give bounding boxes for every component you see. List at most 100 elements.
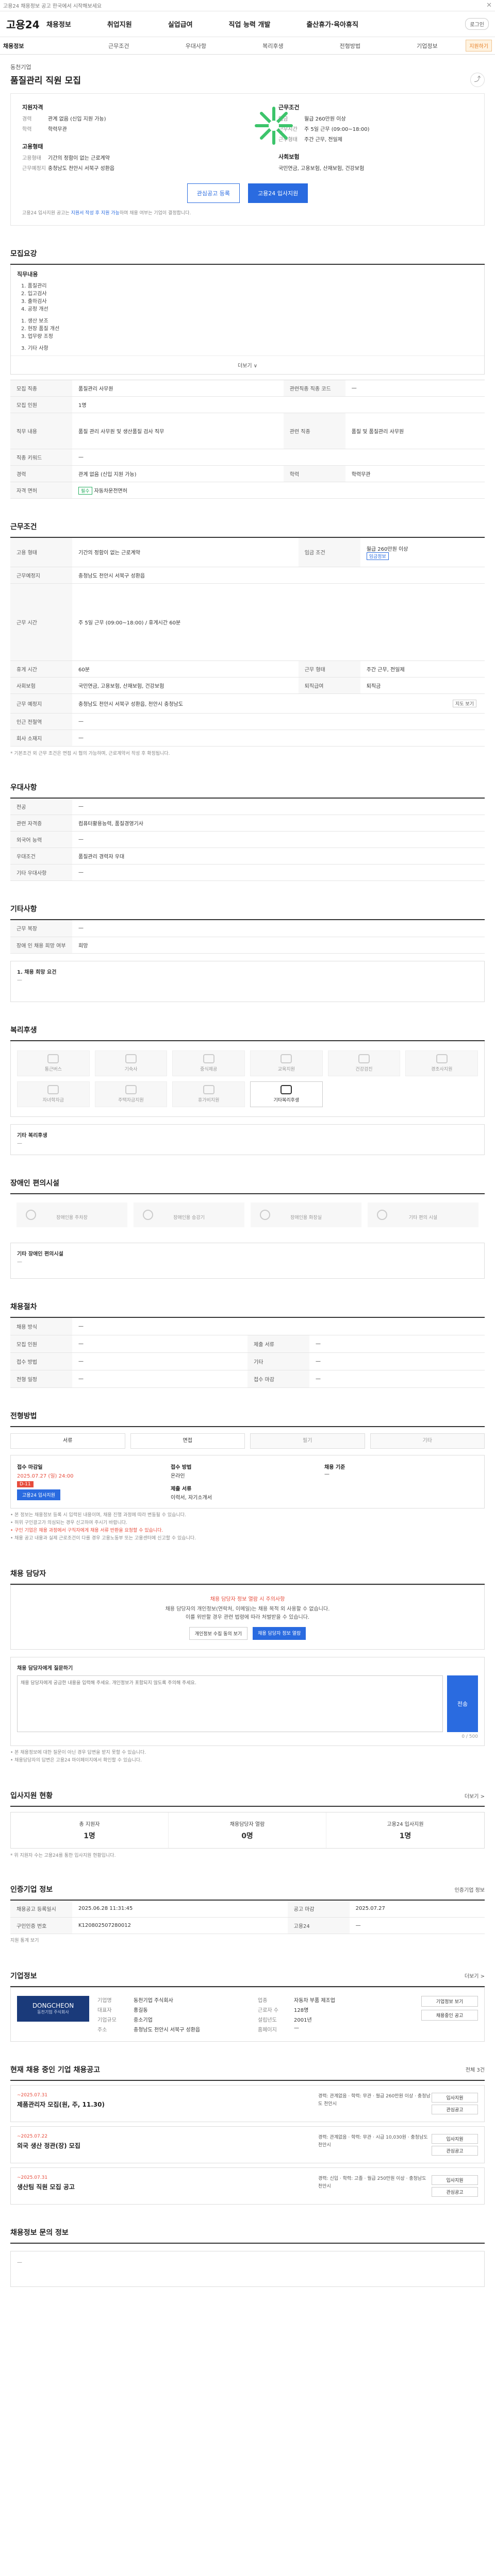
other-job-item[interactable]: ~2025.07.22 외국 생산 정관(장) 모집 경력: 관계없음 · 학력:…	[10, 2126, 485, 2163]
map-button[interactable]: 지도 보기	[453, 699, 476, 707]
share-icon[interactable]: ⤴	[470, 73, 485, 87]
info-key: 홈페이지	[258, 2027, 277, 2033]
row-value: K120802507280012	[72, 1917, 288, 1934]
tab-recruit[interactable]: 채용정보	[3, 42, 80, 50]
row-value: 학력무관	[345, 465, 485, 482]
wage-info-link[interactable]: 임금정보	[366, 552, 389, 560]
company-info-button[interactable]: 기업정보 보기	[421, 1995, 478, 2007]
row-value: —	[72, 449, 485, 466]
disabled-label: 장애인용 화장실	[290, 1215, 322, 1221]
nav-leave[interactable]: 출산휴가·육아휴직	[306, 19, 358, 29]
other-job-title[interactable]: 생산팀 직원 모집 공고	[17, 2182, 318, 2191]
view-manager-button[interactable]: 채용 담당자 정보 열람	[253, 1627, 306, 1640]
other-interest-button[interactable]: 관심공고	[432, 2145, 478, 2156]
row-label: 우대조건	[10, 848, 72, 865]
apply-note-highlight: 지원서 작성 후 지원 가능	[71, 211, 120, 216]
nav-unemployment[interactable]: 실업급여	[168, 19, 193, 29]
summary-value: 관계 없음 (신입 지원 가능)	[48, 116, 106, 122]
close-icon[interactable]: ✕	[486, 2, 492, 9]
other-job-title[interactable]: 외국 생산 정관(장) 모집	[17, 2141, 318, 2150]
vacation-icon	[203, 1084, 214, 1094]
doc-label: 제출 서류	[171, 1486, 192, 1492]
expand-button[interactable]: 더보기 ∨	[11, 355, 484, 374]
tab-welfare[interactable]: 복리후생	[235, 42, 312, 50]
required-tag: 필수	[78, 486, 92, 495]
login-button[interactable]: 로그인	[465, 18, 489, 30]
doc-value: 이력서, 자기소개서	[171, 1495, 212, 1501]
row-value: —	[72, 798, 485, 815]
record-button[interactable]: 인증기업 정보	[455, 1886, 485, 1893]
other-apply-button[interactable]: 입사지원	[432, 2133, 478, 2144]
duty-subtitle: 직무내용	[17, 271, 38, 278]
row-value: —	[309, 1335, 485, 1353]
company-name[interactable]: 동천기업	[10, 63, 485, 71]
sunburst-illustration-icon	[255, 107, 293, 145]
row-label: 임금 조건	[298, 538, 360, 567]
house-icon	[125, 1084, 137, 1094]
summary-key: 경력	[22, 116, 32, 122]
company-card: DONGCHEON 동천기업 주식회사 기업명 동천기업 주식회사 업종 자동차 부…	[10, 1987, 485, 2042]
summary-condition-title: 근무조건	[278, 104, 300, 111]
nav-jobs[interactable]: 채용정보	[46, 19, 71, 29]
apply-small-button[interactable]: 고용24 입사지원	[17, 1489, 60, 1500]
send-button[interactable]: 전송	[447, 1675, 478, 1732]
stats-more-link[interactable]: 더보기 >	[465, 1792, 485, 1800]
interest-button[interactable]: 관심공고 등록	[187, 183, 240, 203]
question-input[interactable]	[17, 1675, 443, 1732]
row-label: 근무 시간	[10, 583, 72, 661]
disabled-item: 기타 편의 시설	[368, 1202, 478, 1227]
tab-company[interactable]: 기업정보	[389, 42, 466, 50]
other-interest-button[interactable]: 관심공고	[432, 2187, 478, 2197]
record-section: 인증기업 정보 인증기업 정보 채용공고 등록일시 2025.06.28 11:31…	[10, 1884, 485, 1948]
disabled-label: 장애인용 주차장	[56, 1215, 88, 1221]
summary-insurance-title: 사회보험	[278, 154, 300, 160]
welfare-label: 자녀학자금	[42, 1097, 64, 1103]
row-value: 자동차운전면허	[94, 488, 127, 494]
row-value: —	[72, 1335, 248, 1353]
company-jobs-button[interactable]: 채용중인 공고	[421, 2009, 478, 2021]
row-label: 퇴직급여	[298, 677, 360, 694]
section-title: 채용정보 문의 정보	[10, 2227, 485, 2244]
nav-training[interactable]: 직업 능력 개발	[229, 19, 271, 29]
tab-process[interactable]: 전형방법	[311, 42, 389, 50]
row-label: 고용 형태	[10, 538, 72, 567]
other-job-title[interactable]: 제품관리자 모집(원, 주, 11.30)	[17, 2100, 318, 2109]
bottom-section: 채용정보 문의 정보 —	[10, 2227, 485, 2287]
ask-label: 채용 담당자에게 질문하기	[17, 1666, 73, 1671]
other-apply-button[interactable]: 입사지원	[432, 2092, 478, 2103]
etc-box: 1. 채용 희망 요건 —	[10, 960, 485, 1002]
apply-tab-button[interactable]: 지원하기	[466, 40, 492, 52]
tab-preference[interactable]: 우대사항	[157, 42, 235, 50]
other-apply-button[interactable]: 입사지원	[432, 2175, 478, 2185]
top-notice-text: 고용24 채용정보 공고 한국에서 시작해보세요	[3, 4, 102, 9]
row-value: 기간의 정함이 없는 근로계약	[72, 538, 299, 567]
job-title: 품질관리 직원 모집	[10, 76, 81, 86]
disabled-box-text: —	[17, 1259, 22, 1265]
welfare-item: 자녀학자금	[17, 1081, 90, 1107]
restroom-icon	[260, 1209, 270, 1220]
nav-employment-support[interactable]: 취업지원	[107, 19, 132, 29]
welfare-item: 주택자금지원	[94, 1081, 168, 1107]
meal-icon	[203, 1054, 214, 1063]
row-value: —	[72, 864, 485, 881]
row-value: —	[72, 831, 485, 848]
section-title: 인증기업 정보 인증기업 정보	[10, 1884, 485, 1901]
tab-conditions[interactable]: 근무조건	[80, 42, 158, 50]
stat-label: 채용담당자 열람	[229, 1822, 265, 1827]
site-logo[interactable]: 고용24	[6, 16, 42, 31]
section-title-text: 입사지원 현황	[10, 1792, 53, 1800]
other-job-item[interactable]: ~2025.07.31 생산팀 직원 모집 공고 경력: 신입 · 학력: 고졸 …	[10, 2167, 485, 2205]
apply-button[interactable]: 고용24 입사지원	[248, 183, 308, 203]
privacy-consent-button[interactable]: 개인정보 수집 동의 보기	[189, 1627, 248, 1640]
company-more-link[interactable]: 더보기 >	[465, 1972, 485, 1979]
other-job-item[interactable]: ~2025.07.31 제품관리자 모집(원, 주, 11.30) 경력: 관계없…	[10, 2084, 485, 2122]
other-job-date: ~2025.07.31	[17, 2175, 48, 2180]
record-more-link[interactable]: 지원 통계 보기	[10, 1938, 39, 1943]
info-value: 128명	[294, 2007, 309, 2013]
record-table: 채용공고 등록일시 2025.06.28 11:31:45 공고 마감 2025.07…	[10, 1901, 485, 1934]
health-icon	[358, 1054, 370, 1063]
welfare-item: 휴가비지원	[172, 1081, 245, 1107]
row-label: 제출 서류	[248, 1335, 309, 1353]
summary-value: 기간의 정함이 없는 근로계약	[48, 156, 110, 161]
other-interest-button[interactable]: 관심공고	[432, 2104, 478, 2114]
